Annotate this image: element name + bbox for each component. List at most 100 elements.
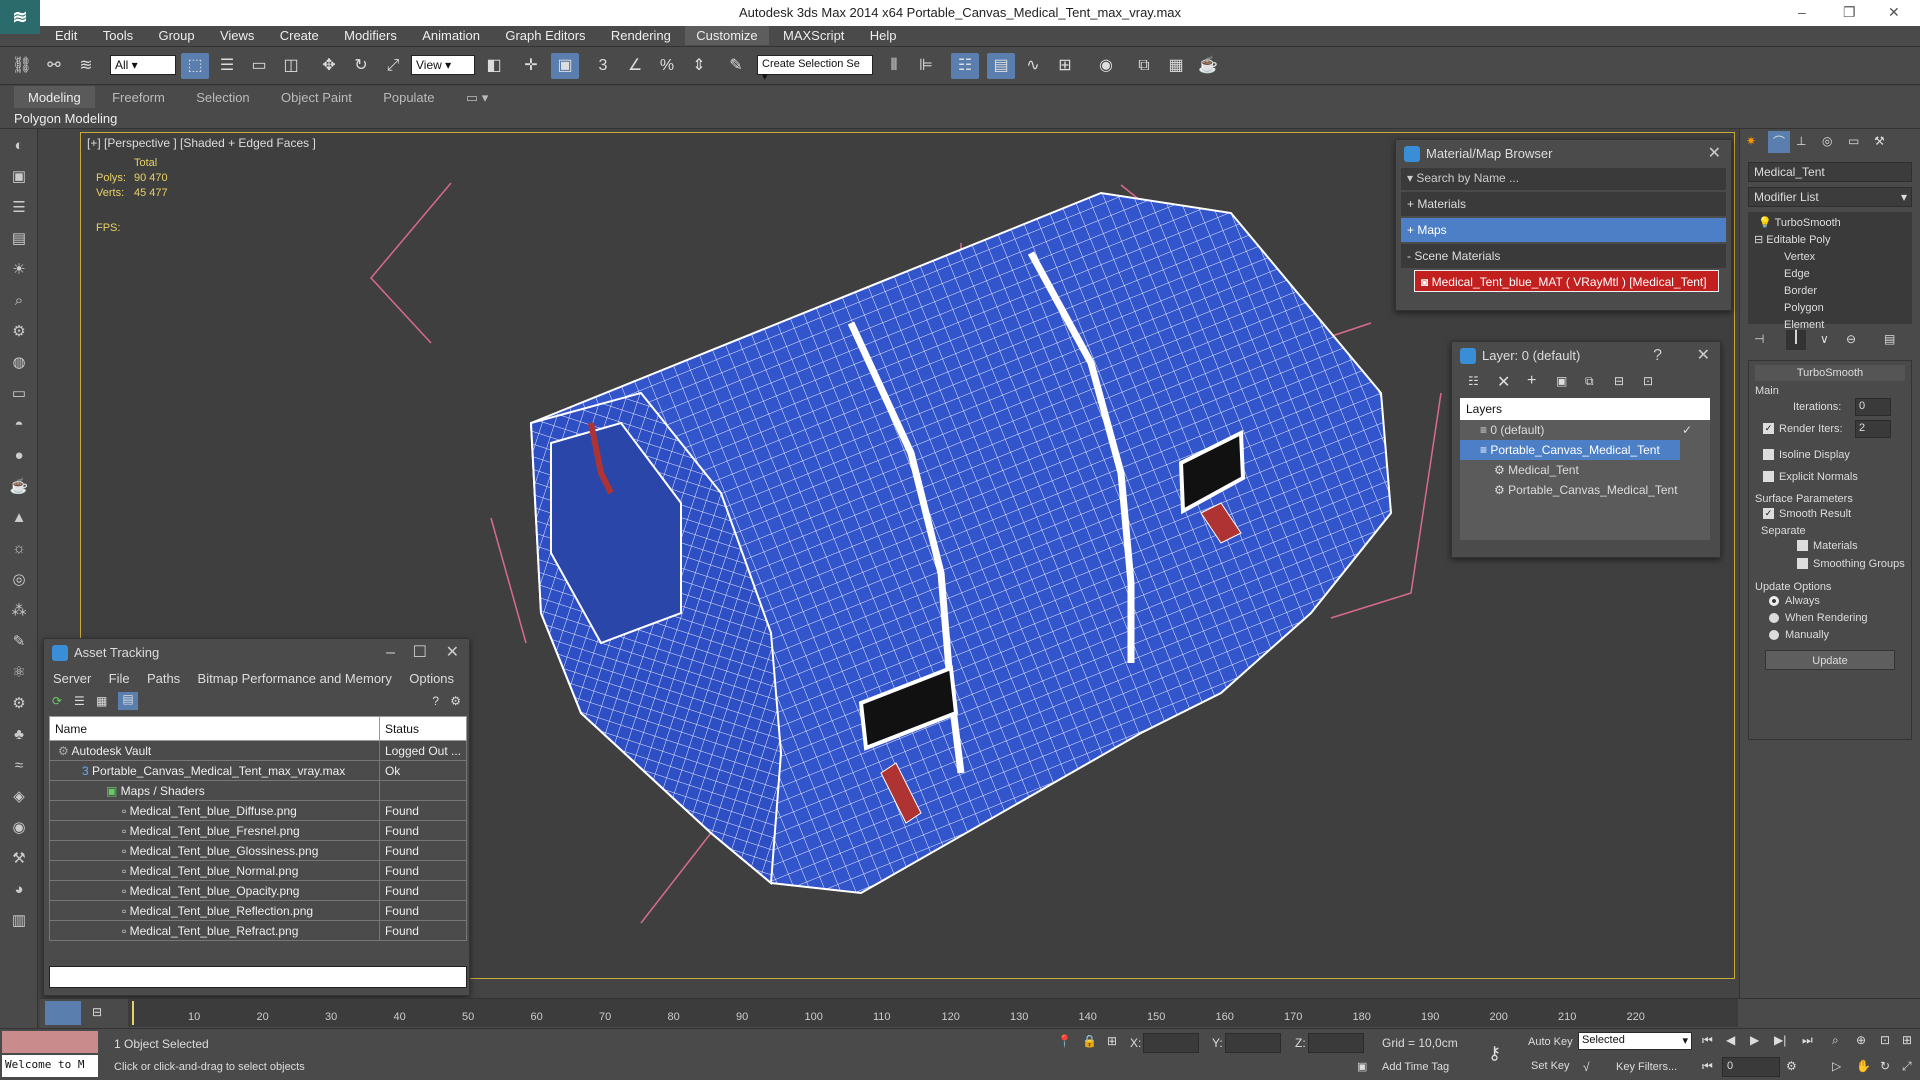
turbosmooth-rollout-title[interactable]: TurboSmooth bbox=[1755, 365, 1905, 381]
helper-icon[interactable]: ⚙ bbox=[4, 318, 34, 346]
show-end-result-icon[interactable]: ┃ bbox=[1786, 330, 1806, 350]
restore-icon[interactable]: ❐ bbox=[1843, 4, 1856, 21]
material-icon[interactable]: ◕ bbox=[4, 876, 34, 904]
scale-icon[interactable]: ⤢ bbox=[379, 53, 407, 79]
menu-tools[interactable]: Tools bbox=[92, 26, 144, 45]
material-browser-header[interactable]: Material/Map Browser ✕ bbox=[1396, 140, 1731, 168]
minimize-icon[interactable]: – bbox=[386, 639, 395, 667]
omni-icon[interactable]: ◎ bbox=[4, 566, 34, 594]
layer-item-default[interactable]: ≡ 0 (default) ✓ bbox=[1460, 420, 1710, 440]
key-mode-toggle-icon[interactable]: ⏮ bbox=[1702, 1059, 1713, 1074]
maximize-viewport-icon[interactable]: ⤢ bbox=[1902, 1059, 1912, 1074]
help-icon[interactable]: ? bbox=[432, 694, 439, 708]
zoom-icon[interactable]: ⌕ bbox=[1832, 1033, 1839, 1048]
app-logo-icon[interactable]: ≋ bbox=[0, 0, 40, 34]
layers-icon[interactable]: ▥ bbox=[4, 907, 34, 935]
mirror-icon[interactable]: ⫴ bbox=[880, 53, 908, 79]
teapot-icon[interactable]: ☕ bbox=[4, 473, 34, 501]
settings-icon[interactable]: ⚙ bbox=[450, 694, 461, 708]
dome-icon[interactable]: ◓ bbox=[4, 411, 34, 439]
plane-icon[interactable]: ▭ bbox=[4, 380, 34, 408]
table-row[interactable]: ▫ Medical_Tent_blue_Refract.png Found bbox=[49, 920, 468, 941]
menu-server[interactable]: Server bbox=[46, 667, 98, 690]
table-row[interactable]: ▫ Medical_Tent_blue_Diffuse.png Found bbox=[49, 800, 468, 821]
ref-coord-dropdown[interactable]: View ▾ bbox=[411, 55, 475, 75]
zoom-extents-icon[interactable]: ⊡ bbox=[1880, 1033, 1890, 1047]
timeline[interactable]: ⊟ 10 20 30 40 50 60 70 80 90 100 110 120 130 140 150 16… bbox=[40, 998, 1920, 1028]
set-key-button[interactable]: Set Key bbox=[1531, 1060, 1570, 1072]
current-frame-field[interactable]: 0 bbox=[1722, 1057, 1780, 1077]
schematic-view-icon[interactable]: ⊞ bbox=[1051, 53, 1079, 79]
time-tag-icon[interactable]: ▣ bbox=[1357, 1060, 1367, 1073]
link-icon[interactable]: ⛓ bbox=[8, 53, 36, 79]
list-icon[interactable]: ▤ bbox=[4, 225, 34, 253]
stack-item-edge[interactable]: Edge bbox=[1754, 266, 1906, 283]
maxscript-mini-listener[interactable] bbox=[2, 1031, 98, 1053]
goto-start-icon[interactable]: ⏮ bbox=[1702, 1033, 1713, 1048]
tab-populate[interactable]: Populate bbox=[369, 86, 448, 108]
snap-toggle-icon[interactable]: 3 bbox=[589, 53, 617, 79]
maxscript-input[interactable]: Welcome to M bbox=[2, 1055, 98, 1077]
table-row[interactable]: ▫ Medical_Tent_blue_Normal.png Found bbox=[49, 860, 468, 881]
close-icon[interactable]: ✕ bbox=[1697, 342, 1710, 370]
foliage-icon[interactable]: ♣ bbox=[4, 721, 34, 749]
auto-key-button[interactable]: Auto Key bbox=[1528, 1036, 1573, 1048]
object-item-medical-tent[interactable]: ⚙ Medical_Tent bbox=[1460, 460, 1710, 480]
zoom-all-icon[interactable]: ⊕ bbox=[1856, 1033, 1866, 1047]
when-rendering-radio[interactable] bbox=[1769, 613, 1779, 623]
menu-options[interactable]: Options bbox=[402, 667, 461, 690]
table-row[interactable]: 3 Portable_Canvas_Medical_Tent_max_vray.… bbox=[49, 760, 468, 781]
angle-snap-icon[interactable]: ∠ bbox=[621, 53, 649, 79]
isolate-icon[interactable]: 📍 bbox=[1057, 1034, 1072, 1048]
menu-paths[interactable]: Paths bbox=[140, 667, 187, 690]
select-objects-icon[interactable]: ▣ bbox=[1556, 374, 1567, 388]
select-layer-icon[interactable]: ⧉ bbox=[1585, 374, 1594, 389]
always-radio[interactable] bbox=[1769, 596, 1779, 606]
configure-sets-icon[interactable]: ▤ bbox=[1884, 332, 1895, 346]
rotate-icon[interactable]: ↻ bbox=[347, 53, 375, 79]
ball-icon[interactable]: ◉ bbox=[4, 814, 34, 842]
table-row[interactable]: ⚙ Autodesk Vault Logged Out ... bbox=[49, 740, 468, 761]
menu-modifiers[interactable]: Modifiers bbox=[333, 26, 408, 45]
keyboard-shortcut-icon[interactable]: ▣ bbox=[551, 53, 579, 79]
pin-stack-icon[interactable]: ⊣ bbox=[1754, 332, 1764, 346]
layer-manager-icon[interactable]: ☷ bbox=[951, 53, 979, 79]
scene-explorer-icon[interactable]: ☰ bbox=[4, 194, 34, 222]
material-editor-icon[interactable]: ◉ bbox=[1092, 53, 1120, 79]
modify-tab-icon[interactable]: ⌒ bbox=[1768, 131, 1790, 153]
modifier-list-dropdown[interactable]: Modifier List ▾ bbox=[1748, 187, 1912, 207]
key-icon[interactable]: ⚷ bbox=[1488, 1043, 1501, 1064]
menu-bitmap-performance[interactable]: Bitmap Performance and Memory bbox=[191, 667, 399, 690]
tab-object-paint[interactable]: Object Paint bbox=[267, 86, 366, 108]
iterations-spinner[interactable]: 0 bbox=[1855, 398, 1891, 416]
layer-item-portable-canvas[interactable]: ≡ Portable_Canvas_Medical_Tent bbox=[1460, 440, 1680, 460]
sphere-icon[interactable]: ● bbox=[4, 442, 34, 470]
select-object-icon[interactable]: ⬚ bbox=[181, 53, 209, 79]
time-cursor[interactable] bbox=[132, 1001, 134, 1025]
motion-tab-icon[interactable]: ◎ bbox=[1822, 134, 1832, 148]
rendered-frame-icon[interactable]: ▦ bbox=[1162, 53, 1190, 79]
isoline-checkbox[interactable] bbox=[1763, 449, 1774, 460]
display-tab-icon[interactable]: ▭ bbox=[1848, 134, 1859, 148]
highlight-layer-icon[interactable]: ⊟ bbox=[1614, 374, 1624, 388]
orbit-icon[interactable]: ↻ bbox=[1880, 1059, 1890, 1073]
set-key-filter-icon[interactable]: √ bbox=[1583, 1060, 1590, 1074]
ribbon-options-icon[interactable]: ▭ ▾ bbox=[452, 86, 502, 109]
material-search-input[interactable]: ▾ Search by Name ... bbox=[1401, 168, 1726, 190]
hierarchy-tab-icon[interactable]: ⊥ bbox=[1796, 134, 1806, 148]
stack-item-polygon[interactable]: Polygon bbox=[1754, 300, 1906, 317]
track-bar[interactable]: 10 20 30 40 50 60 70 80 90 100 110 120 130 140 150 160 1… bbox=[128, 999, 1738, 1027]
menu-edit[interactable]: Edit bbox=[44, 26, 88, 45]
tab-freeform[interactable]: Freeform bbox=[98, 86, 179, 108]
make-unique-icon[interactable]: ∨ bbox=[1820, 332, 1829, 346]
add-time-tag[interactable]: Add Time Tag bbox=[1382, 1061, 1449, 1073]
settings-icon[interactable]: ⚒ bbox=[4, 845, 34, 873]
table-row[interactable]: ▫ Medical_Tent_blue_Glossiness.png Found bbox=[49, 840, 468, 861]
pivot-icon[interactable]: ◧ bbox=[480, 53, 508, 79]
mini-curve-editor-icon[interactable]: ⊟ bbox=[92, 1005, 102, 1019]
asset-tracking-header[interactable]: Asset Tracking – ☐ ✕ bbox=[44, 639, 469, 667]
play-icon[interactable]: ▶ bbox=[1750, 1033, 1759, 1047]
smooth-result-checkbox[interactable]: ✓ bbox=[1763, 508, 1774, 519]
help-icon[interactable]: ? bbox=[1653, 342, 1662, 370]
menu-views[interactable]: Views bbox=[209, 26, 265, 45]
